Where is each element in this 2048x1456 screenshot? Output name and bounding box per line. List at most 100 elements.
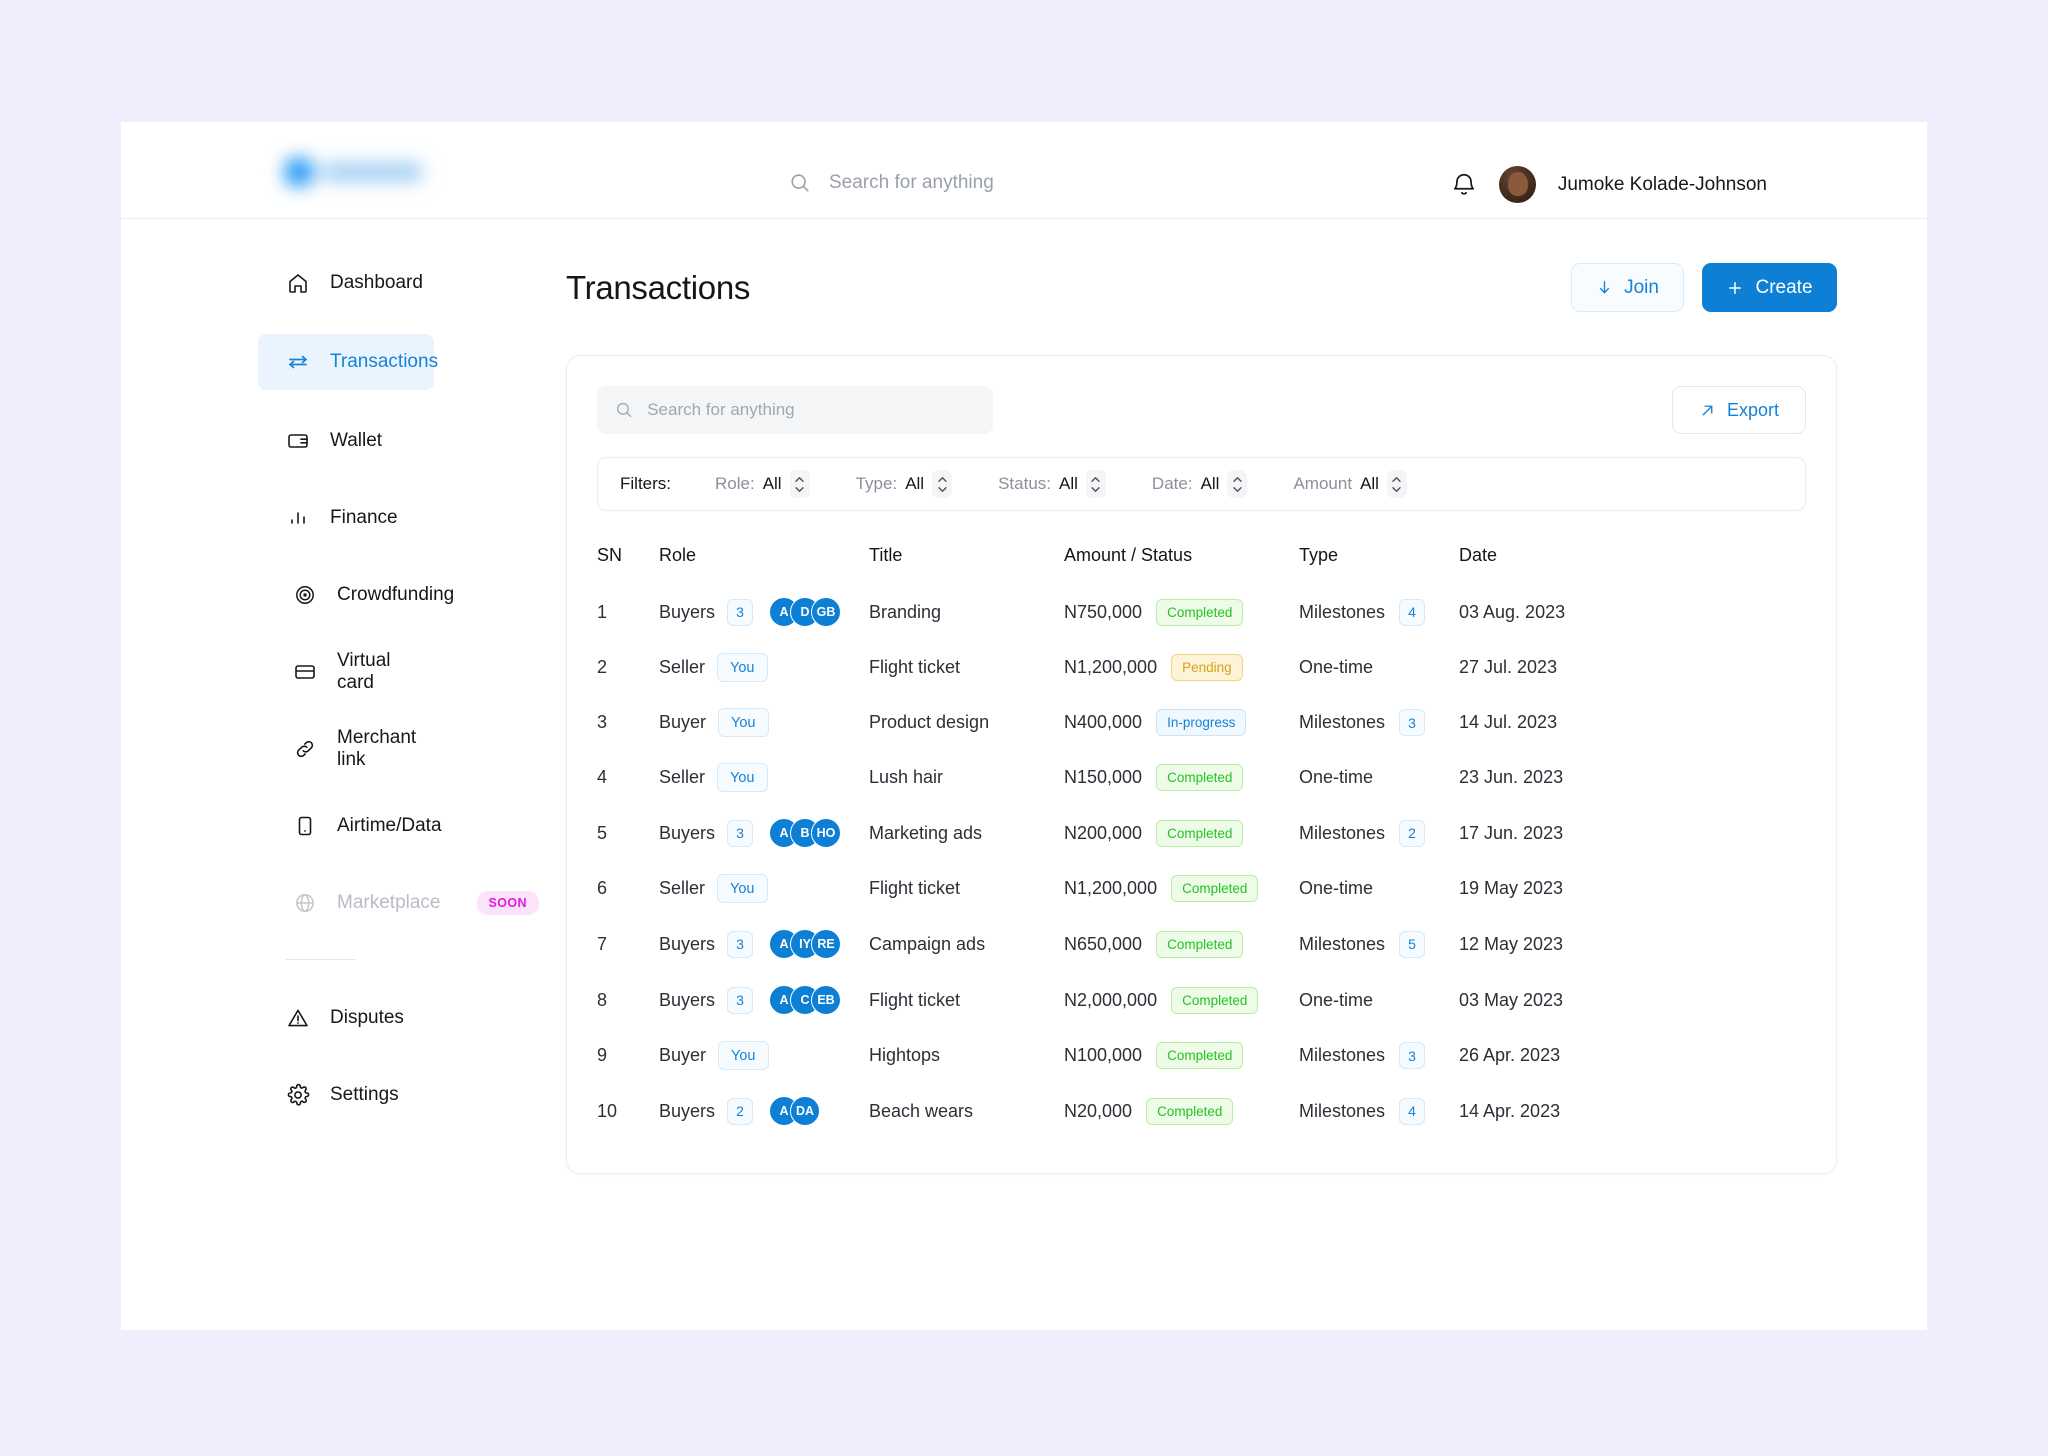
sidebar-item-marketplace: Marketplace SOON	[293, 877, 539, 929]
cell-date: 12 May 2023	[1459, 933, 1564, 954]
bell-icon[interactable]	[1451, 170, 1477, 200]
cell-type: One-time	[1299, 750, 1459, 805]
company-logo[interactable]	[284, 157, 434, 187]
cell-title: Branding	[869, 601, 942, 622]
export-button[interactable]: Export	[1672, 386, 1806, 434]
table-search-input[interactable]	[647, 400, 975, 420]
filter-value: All	[762, 474, 782, 493]
column-header-date: Date	[1459, 545, 1498, 565]
table-row[interactable]: 10 Buyers 2 A DA Beach wears N20,000 Completed M…	[597, 1083, 1806, 1139]
plus-icon	[1729, 281, 1742, 294]
cell-role: Buyer You	[659, 1028, 869, 1083]
app-window: Jumoke Kolade-Johnson Dashboard Transact…	[121, 122, 1927, 1330]
type-label: One-time	[1299, 767, 1374, 787]
amount-value: N20,000	[1064, 1100, 1133, 1121]
sidebar-item-airtime-data[interactable]: Airtime/Data	[293, 800, 442, 852]
global-search[interactable]	[789, 172, 1249, 194]
create-button-label: Create	[1755, 276, 1813, 298]
cell-date: 03 May 2023	[1459, 989, 1564, 1010]
sidebar-item-finance[interactable]: Finance	[286, 492, 406, 544]
sidebar-item-virtual-card[interactable]: Virtual card	[293, 646, 421, 698]
avatar-initials: EB	[811, 985, 842, 1015]
filter-date[interactable]: Date: All	[1152, 470, 1248, 498]
role-label: Buyer	[659, 1045, 707, 1065]
join-button[interactable]: Join	[1571, 263, 1684, 312]
cell-sn: 3	[597, 712, 608, 732]
cell-type: Milestones 4	[1299, 584, 1459, 640]
avatar-group[interactable]: A D GB	[769, 597, 842, 627]
filter-key: Amount	[1293, 474, 1353, 493]
cell-amount-status: N100,000 Completed	[1064, 1028, 1299, 1083]
participant-count-chip: 2	[727, 1097, 754, 1125]
amount-value: N150,000	[1064, 767, 1143, 787]
user-name: Jumoke Kolade-Johnson	[1557, 173, 1767, 195]
sidebar-item-label: Disputes	[330, 1007, 404, 1028]
cell-date: 14 Apr. 2023	[1459, 1100, 1561, 1121]
export-button-label: Export	[1726, 399, 1780, 420]
search-icon	[791, 174, 809, 192]
table-row[interactable]: 3 Buyer You Product design N400,000 In-progre…	[597, 695, 1806, 750]
filters-bar: Filters: Role: All Type: All Status: All…	[597, 457, 1806, 511]
role-label: Buyers	[659, 989, 716, 1010]
filter-type[interactable]: Type: All	[856, 470, 953, 498]
cell-sn: 10	[597, 1100, 618, 1121]
table-row[interactable]: 4 Seller You Lush hair N150,000 Completed One-…	[597, 750, 1806, 805]
type-label: Milestones	[1299, 933, 1386, 954]
cell-role: Buyers 3 A D GB	[659, 584, 869, 640]
filter-value: All	[1200, 474, 1220, 493]
table-row[interactable]: 2 Seller You Flight ticket N1,200,000 Pending…	[597, 640, 1806, 695]
table-search[interactable]	[597, 386, 993, 434]
table-row[interactable]: 8 Buyers 3 A C EB Flight ticket N2,000,000 Compl…	[597, 972, 1806, 1028]
cell-amount-status: N650,000 Completed	[1064, 916, 1299, 972]
stepper-icon[interactable]	[789, 470, 810, 498]
filter-role[interactable]: Role: All	[715, 470, 810, 498]
status-badge: Completed	[1156, 819, 1244, 847]
stepper-icon[interactable]	[1085, 470, 1106, 498]
page-title: Transactions	[566, 268, 751, 306]
filter-status[interactable]: Status: All	[998, 470, 1106, 498]
table-row[interactable]: 1 Buyers 3 A D GB Branding N750,000 Completed Mil…	[597, 584, 1806, 640]
sidebar-item-label: Merchant link	[337, 727, 417, 770]
milestone-count-chip: 2	[1399, 819, 1426, 847]
stepper-icon[interactable]	[1386, 470, 1407, 498]
filter-key: Type:	[855, 474, 898, 493]
sidebar-item-disputes[interactable]: Disputes	[286, 992, 406, 1044]
you-chip: You	[717, 763, 768, 792]
column-header-title: Title	[869, 545, 903, 565]
column-header-role: Role	[659, 545, 697, 565]
participant-count-chip: 3	[727, 986, 754, 1014]
avatar-group[interactable]: A B HO	[769, 818, 842, 848]
avatar-group[interactable]: A DA	[769, 1096, 821, 1126]
table-row[interactable]: 9 Buyer You Hightops N100,000 Completed Milest…	[597, 1028, 1806, 1083]
avatar-group[interactable]: A C EB	[769, 985, 842, 1015]
table-row[interactable]: 5 Buyers 3 A B HO Marketing ads N200,000 Complet…	[597, 805, 1806, 861]
arrow-down-icon	[1599, 281, 1610, 294]
role-label: Seller	[659, 878, 706, 898]
cell-type: One-time	[1299, 640, 1459, 695]
filter-amount[interactable]: Amount All	[1293, 470, 1407, 498]
cell-role: Buyers 3 A B HO	[659, 805, 869, 861]
create-button[interactable]: Create	[1702, 263, 1837, 312]
top-bar: Jumoke Kolade-Johnson	[121, 122, 1927, 219]
table-row[interactable]: 7 Buyers 3 A IY RE Campaign ads N650,000 Complet…	[597, 916, 1806, 972]
cell-sn: 1	[597, 601, 608, 622]
cell-title: Beach wears	[869, 1100, 974, 1121]
global-search-input[interactable]	[829, 172, 1249, 194]
sidebar-item-wallet[interactable]: Wallet	[286, 415, 406, 467]
sidebar-item-label: Airtime/Data	[337, 815, 442, 836]
cell-sn: 8	[597, 989, 608, 1010]
avatar[interactable]	[1498, 166, 1536, 203]
logo-mark-icon	[284, 157, 314, 187]
table-row[interactable]: 6 Seller You Flight ticket N1,200,000 Complet…	[597, 861, 1806, 916]
sidebar-item-transactions[interactable]: Transactions	[258, 334, 438, 390]
stepper-icon[interactable]	[1227, 470, 1248, 498]
transactions-table: SN Role Title Amount / Status Type Date …	[597, 523, 1806, 1139]
sidebar-item-crowdfunding[interactable]: Crowdfunding	[293, 569, 454, 621]
role-label: Buyers	[659, 1100, 716, 1121]
sidebar-item-dashboard[interactable]: Dashboard	[286, 257, 423, 309]
sidebar-item-label: Finance	[330, 507, 398, 528]
sidebar-item-merchant-link[interactable]: Merchant link	[293, 723, 421, 775]
stepper-icon[interactable]	[932, 470, 953, 498]
sidebar-item-settings[interactable]: Settings	[286, 1069, 406, 1121]
avatar-group[interactable]: A IY RE	[769, 929, 842, 959]
